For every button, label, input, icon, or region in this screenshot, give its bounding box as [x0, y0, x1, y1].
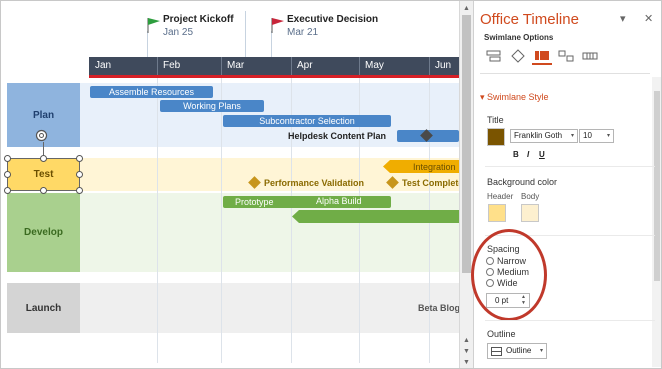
- title-color-swatch[interactable]: [487, 128, 505, 146]
- task-arrow[interactable]: [292, 210, 459, 223]
- task-bar[interactable]: Prototype: [223, 196, 391, 208]
- scrollbar-thumb[interactable]: [462, 15, 471, 273]
- panel-divider: [485, 320, 655, 321]
- resize-handle[interactable]: [4, 187, 11, 194]
- red-flag-icon[interactable]: [271, 17, 285, 33]
- body-color-swatch[interactable]: [521, 204, 539, 222]
- panel-scrollbar-thumb[interactable]: [654, 91, 660, 281]
- rotate-handle-icon[interactable]: [35, 129, 48, 142]
- timeline-canvas: Project Kickoff Jan 25 Executive Decisio…: [1, 1, 459, 368]
- scroll-down-icon[interactable]: ▼: [460, 357, 473, 368]
- italic-button[interactable]: I: [527, 150, 529, 159]
- task-bar[interactable]: Subcontractor Selection: [223, 115, 391, 127]
- month-label: May: [365, 60, 384, 71]
- outline-label: Outline: [487, 329, 516, 339]
- panel-title: Office Timeline: [480, 11, 579, 28]
- swimlane-launch-header[interactable]: Launch: [7, 283, 80, 333]
- panel-divider: [485, 166, 655, 167]
- outline-value: Outline: [506, 346, 532, 355]
- scroll-down-icon[interactable]: ▼: [460, 346, 473, 357]
- milestone-stem: [147, 31, 148, 57]
- app-window: Project Kickoff Jan 25 Executive Decisio…: [0, 0, 662, 369]
- task-bar[interactable]: Working Plans: [160, 100, 264, 112]
- underline-button[interactable]: U: [539, 150, 545, 159]
- header-label: Header: [487, 192, 514, 201]
- gridline: [221, 78, 222, 363]
- task-bar[interactable]: Assemble Resources: [90, 86, 213, 98]
- swimlane-develop-header[interactable]: Develop: [7, 193, 80, 272]
- resize-handle[interactable]: [40, 155, 47, 162]
- chevron-down-icon: ▾: [570, 133, 574, 139]
- vertical-scrollbar[interactable]: ▲ ▲ ▼ ▼: [459, 1, 473, 368]
- rotate-stem: [43, 142, 44, 155]
- resize-handle[interactable]: [4, 171, 11, 178]
- month-divider: [291, 57, 292, 75]
- month-divider: [359, 57, 360, 75]
- header-color-swatch[interactable]: [488, 204, 506, 222]
- gridline: [157, 78, 158, 363]
- milestone-kickoff-date: Jan 25: [163, 27, 194, 38]
- tab-dependency-icon[interactable]: [556, 47, 576, 65]
- resize-handle[interactable]: [76, 187, 83, 194]
- font-size-value: 10: [583, 131, 592, 140]
- panel-subtitle: Swimlane Options: [484, 33, 554, 42]
- green-flag-icon[interactable]: [147, 17, 161, 33]
- tab-swimlane-icon[interactable]: [532, 47, 552, 65]
- month-label: Mar: [227, 60, 245, 71]
- scroll-up-icon[interactable]: ▲: [460, 335, 473, 346]
- title-label: Title: [487, 115, 504, 125]
- month-label: Jan: [95, 60, 112, 71]
- month-divider: [157, 57, 158, 75]
- month-label: Jun: [435, 60, 452, 71]
- tab-task-icon[interactable]: [484, 47, 504, 65]
- milestone-stem: [271, 31, 272, 57]
- tab-timescale-icon[interactable]: [580, 47, 600, 65]
- chevron-down-icon: ▾: [606, 133, 610, 139]
- font-dropdown[interactable]: Franklin Goth ▾: [510, 129, 578, 143]
- outline-icon: [491, 347, 502, 356]
- resize-handle[interactable]: [4, 155, 11, 162]
- panel-divider: [480, 73, 650, 74]
- panel-menu-icon[interactable]: ▾: [620, 12, 626, 25]
- milestone-stem: [245, 11, 246, 57]
- resize-handle[interactable]: [76, 171, 83, 178]
- scroll-up-icon[interactable]: ▲: [460, 3, 473, 14]
- font-size-dropdown[interactable]: 10 ▾: [579, 129, 614, 143]
- outline-dropdown[interactable]: Outline ▾: [487, 343, 547, 359]
- swimlane-style-section[interactable]: ▾ Swimlane Style: [480, 92, 549, 103]
- month-label: Feb: [163, 60, 181, 71]
- chevron-down-icon: ▾: [539, 348, 543, 354]
- collapse-arrow-icon: ▾: [480, 92, 488, 102]
- resize-handle[interactable]: [76, 155, 83, 162]
- month-divider: [429, 57, 430, 75]
- month-label: Apr: [297, 60, 313, 71]
- close-icon[interactable]: ✕: [644, 12, 653, 25]
- milestone-kickoff-label[interactable]: Project Kickoff: [163, 14, 234, 25]
- milestone-label[interactable]: Test Complete: [402, 178, 459, 188]
- bold-button[interactable]: B: [513, 150, 519, 159]
- font-value: Franklin Goth: [514, 131, 563, 140]
- milestone-decision-label[interactable]: Executive Decision: [287, 14, 378, 25]
- task-label[interactable]: Alpha Build: [316, 196, 362, 206]
- background-color-label: Background color: [487, 177, 558, 187]
- highlight-circle: [471, 229, 547, 321]
- task-label: Prototype: [235, 197, 274, 207]
- today-bar: [89, 75, 459, 78]
- body-label: Body: [521, 192, 540, 201]
- task-label[interactable]: Beta Blog: [418, 303, 459, 313]
- task-label[interactable]: Helpdesk Content Plan: [288, 131, 386, 141]
- panel-scrollbar[interactable]: [652, 77, 661, 367]
- task-label[interactable]: Integration: [413, 162, 456, 172]
- month-scale: [89, 57, 459, 75]
- milestone-label[interactable]: Performance Validation: [264, 178, 364, 188]
- tab-milestone-icon[interactable]: [508, 47, 528, 65]
- milestone-decision-date: Mar 21: [287, 27, 319, 38]
- resize-handle[interactable]: [40, 187, 47, 194]
- section-title: Swimlane Style: [487, 92, 549, 102]
- month-divider: [221, 57, 222, 75]
- swimlane-launch-body[interactable]: [80, 283, 459, 333]
